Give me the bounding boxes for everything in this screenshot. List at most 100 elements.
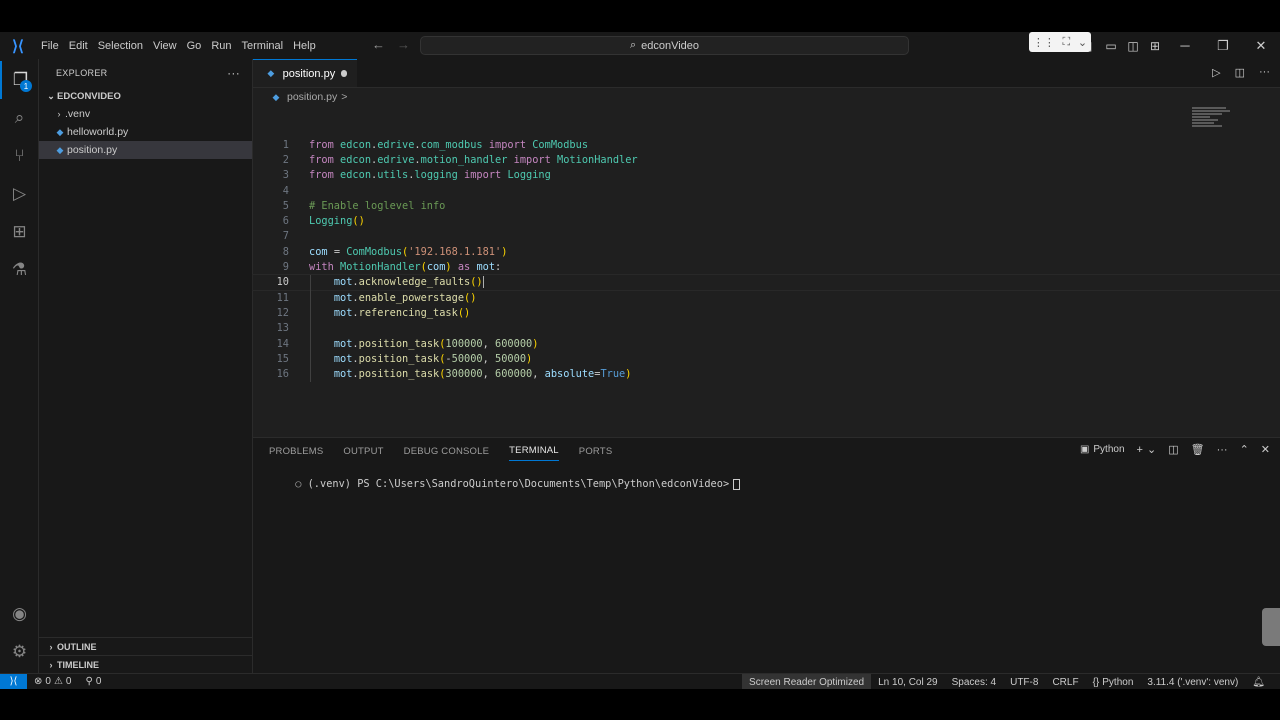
screen-reader-status[interactable]: Screen Reader Optimized <box>742 674 872 689</box>
root-folder[interactable]: ⌄ EDCONVIDEO <box>39 87 252 105</box>
menu-edit[interactable]: Edit <box>64 40 93 52</box>
search-view-icon[interactable]: ⌕ <box>0 99 39 137</box>
run-file-icon[interactable]: ▷ <box>1212 66 1220 79</box>
explorer-title: EXPLORER <box>56 68 108 78</box>
problems-status[interactable]: ⊗ 0 ⚠ 0 <box>27 676 78 687</box>
command-center-search[interactable]: ⌕ edconVideo <box>420 36 909 55</box>
extensions-icon[interactable]: ⊞ <box>0 213 39 251</box>
explorer-icon[interactable]: ❐ 1 <box>0 61 39 99</box>
close-window-icon[interactable]: ✕ <box>1242 38 1280 54</box>
code-line: 8 com = ComModbus('192.168.1.181') <box>282 245 508 258</box>
toggle-panel-icon[interactable]: ▭ <box>1100 39 1122 53</box>
menu-file[interactable]: File <box>36 40 64 52</box>
terminal-cursor <box>733 478 741 490</box>
notifications-bell-icon[interactable]: 🔔︎ <box>1245 677 1272 688</box>
explorer-badge: 1 <box>20 80 32 92</box>
code-line: 11 mot.enable_powerstage() <box>276 289 477 306</box>
code-line: 7 <box>282 230 289 243</box>
split-terminal-icon[interactable]: ◫ <box>1168 443 1178 456</box>
code-line: 3 from edcon.utils.logging import Logging <box>282 169 551 182</box>
chevron-down-icon: ⌄ <box>47 90 55 101</box>
tree-item-helloworld[interactable]: ◆ helloworld.py <box>39 123 252 141</box>
warning-count: 0 <box>65 676 72 687</box>
tab-label: position.py <box>282 67 336 80</box>
accounts-icon[interactable]: ◉ <box>0 595 39 633</box>
code-line: 14 mot.position_task(100000, 600000) <box>276 335 539 352</box>
tree-item-position[interactable]: ◆ position.py <box>39 141 252 159</box>
terminal-output[interactable]: ○ (.venv) PS C:\Users\SandroQuintero\Doc… <box>258 466 741 502</box>
remote-indicator-icon[interactable]: ⟩⟨ <box>0 673 27 689</box>
chevron-down-icon[interactable]: ⌄ <box>1147 443 1156 456</box>
unsaved-dot-icon[interactable] <box>341 70 347 77</box>
breadcrumb-separator: > <box>341 91 348 103</box>
close-panel-icon[interactable]: ✕ <box>1261 443 1270 456</box>
python-file-icon: ◆ <box>56 126 64 137</box>
outline-section[interactable]: › OUTLINE <box>39 637 253 655</box>
minimap[interactable] <box>1192 107 1232 131</box>
customize-layout-icon[interactable]: ⊞ <box>1144 39 1166 53</box>
terminal-prompt: (.venv) PS C:\Users\SandroQuintero\Docum… <box>307 478 730 490</box>
tab-output[interactable]: OUTPUT <box>343 446 383 457</box>
vscode-window: ⟩⟨ File Edit Selection View Go Run Termi… <box>0 32 1280 689</box>
tab-problems[interactable]: PROBLEMS <box>269 446 323 457</box>
menu-go[interactable]: Go <box>182 40 207 52</box>
shell-label[interactable]: Python <box>1093 444 1124 455</box>
braces-icon: {} <box>1092 676 1100 688</box>
bottom-panel: PROBLEMS OUTPUT DEBUG CONSOLE TERMINAL P… <box>253 437 1280 673</box>
code-line: 1 from edcon.edrive.com_modbus import Com… <box>282 138 589 151</box>
ports-icon: ⚲ <box>85 676 93 687</box>
breadcrumb: ◆ position.py > <box>253 88 1280 106</box>
tree-item-label: position.py <box>67 144 118 156</box>
split-editor-icon[interactable]: ◫ <box>1235 66 1245 79</box>
code-editor[interactable]: 1 from edcon.edrive.com_modbus import Com… <box>252 137 1280 382</box>
menu-help[interactable]: Help <box>288 40 321 52</box>
recorder-overlay-bar[interactable]: ⋮⋮ ⛶ ⌄ <box>1029 32 1091 52</box>
menu-run[interactable]: Run <box>206 40 236 52</box>
encoding[interactable]: UTF-8 <box>1003 677 1045 688</box>
back-arrow-icon[interactable]: ← <box>372 37 385 52</box>
settings-gear-icon[interactable]: ⚙ <box>0 633 39 671</box>
tab-debug-console[interactable]: DEBUG CONSOLE <box>404 446 489 457</box>
more-actions-icon[interactable]: ··· <box>227 66 240 80</box>
code-line: 6 Logging() <box>282 215 365 228</box>
forward-arrow-icon[interactable]: → <box>397 37 410 52</box>
testing-flask-icon[interactable]: ⚗ <box>0 251 39 289</box>
code-line: 9 with MotionHandler(com) as mot: <box>282 261 502 274</box>
chevron-down-icon[interactable]: ⌄ <box>1078 36 1087 49</box>
root-folder-label: EDCONVIDEO <box>57 90 121 102</box>
explorer-sidebar: EXPLORER ··· ⌄ EDCONVIDEO › .venv ◆ hell… <box>39 59 253 673</box>
line-ending[interactable]: CRLF <box>1045 677 1085 688</box>
editor-actions: ▷ ◫ ··· <box>1212 66 1270 79</box>
cursor-position[interactable]: Ln 10, Col 29 <box>871 677 945 688</box>
more-actions-icon[interactable]: ··· <box>1259 66 1270 79</box>
tree-item-venv[interactable]: › .venv <box>39 105 252 123</box>
indentation[interactable]: Spaces: 4 <box>945 677 1003 688</box>
language-mode[interactable]: {} Python <box>1086 677 1141 688</box>
fullscreen-icon[interactable]: ⛶ <box>1063 36 1071 49</box>
restore-icon[interactable]: ❐ <box>1204 38 1242 54</box>
floating-chat-widget-icon[interactable] <box>1262 608 1280 646</box>
toggle-secondary-sidebar-icon[interactable]: ◫ <box>1122 39 1144 53</box>
tab-terminal[interactable]: TERMINAL <box>509 441 559 461</box>
chevron-right-icon: › <box>57 109 61 119</box>
code-line: 12 mot.referencing_task() <box>276 305 471 321</box>
python-interpreter[interactable]: 3.11.4 ('.venv': venv) <box>1140 677 1245 688</box>
minimize-icon[interactable]: ─ <box>1166 38 1204 53</box>
trash-icon[interactable]: 🗑 <box>1191 443 1205 456</box>
tree-item-label: helloworld.py <box>67 126 129 138</box>
maximize-panel-icon[interactable]: ⌃ <box>1240 443 1249 456</box>
breadcrumb-file[interactable]: position.py <box>287 91 337 103</box>
code-line: 5 # Enable loglevel info <box>282 199 446 212</box>
ports-status[interactable]: ⚲ 0 <box>78 676 108 687</box>
new-terminal-icon[interactable]: + <box>1137 444 1143 456</box>
code-line: 2 from edcon.edrive.motion_handler import… <box>282 153 638 166</box>
source-control-icon[interactable]: ⑂ <box>0 137 39 175</box>
tab-ports[interactable]: PORTS <box>579 446 613 457</box>
timeline-section[interactable]: › TIMELINE <box>39 655 253 673</box>
more-actions-icon[interactable]: ··· <box>1217 444 1228 456</box>
menu-view[interactable]: View <box>148 40 182 52</box>
run-debug-icon[interactable]: ▷ <box>0 175 39 213</box>
menu-terminal[interactable]: Terminal <box>237 40 289 52</box>
tab-position-py[interactable]: ◆ position.py <box>253 59 357 87</box>
menu-selection[interactable]: Selection <box>93 40 148 52</box>
